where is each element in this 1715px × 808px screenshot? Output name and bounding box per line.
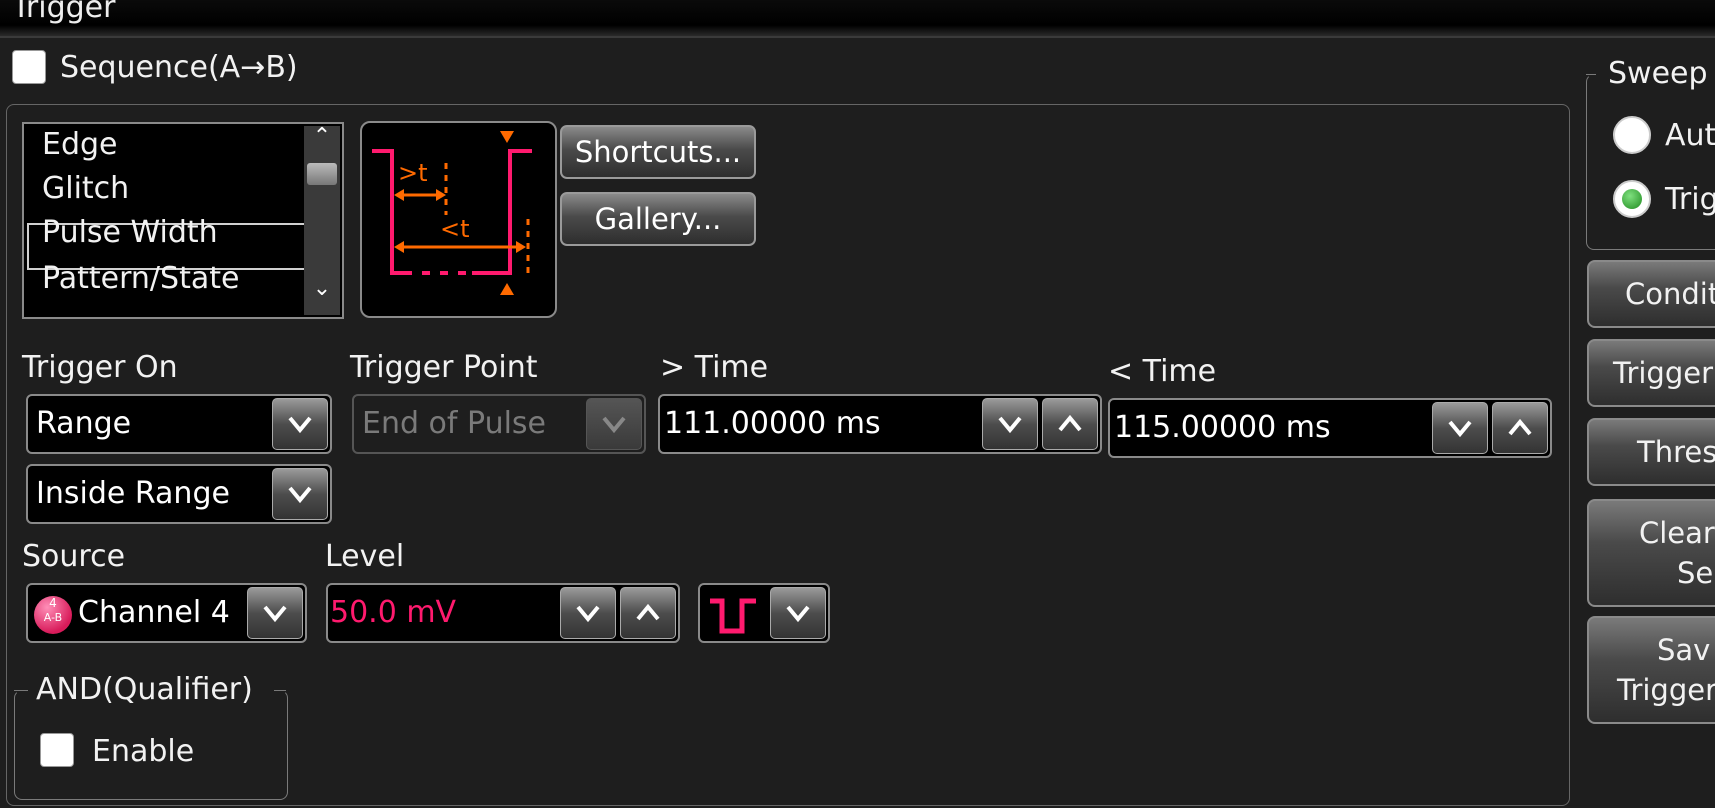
level-decrement-button[interactable] xyxy=(560,587,616,639)
lt-time-label: < Time xyxy=(1108,354,1217,389)
pulse-width-diagram: >t <t xyxy=(360,121,557,318)
trigger-point-value: End of Pulse xyxy=(362,406,546,441)
chevron-down-icon xyxy=(288,486,312,504)
trigger-on-value: Range xyxy=(36,406,132,441)
channel-badge-number: 4 xyxy=(49,596,57,610)
list-item-edge[interactable]: Edge xyxy=(42,127,118,162)
sweep-auto-label: Aut xyxy=(1665,118,1715,153)
trigger-on-dropdown-button[interactable] xyxy=(272,398,328,450)
chevron-down-icon xyxy=(1448,420,1472,438)
list-scrollbar[interactable]: ⌃ ⌄ xyxy=(304,124,340,315)
source-value: Channel 4 xyxy=(78,595,230,630)
sweep-legend: Sweep xyxy=(1608,56,1708,91)
list-item-pattern-state[interactable]: Pattern/State xyxy=(42,261,239,296)
threshold-button-label: Thres xyxy=(1637,435,1715,469)
chevron-down-icon xyxy=(576,605,600,623)
negative-pulse-icon xyxy=(710,598,756,634)
conditions-button[interactable]: Condit xyxy=(1587,260,1715,328)
scroll-down-arrow-icon[interactable]: ⌄ xyxy=(304,276,340,301)
qualifier-legend: AND(Qualifier) xyxy=(36,672,253,707)
chevron-down-icon xyxy=(263,605,287,623)
sequence-checkbox[interactable] xyxy=(12,50,46,84)
sequence-label: Sequence(A→B) xyxy=(60,50,298,85)
gt-time-input[interactable]: 111.00000 ms xyxy=(658,394,1102,454)
chevron-up-icon xyxy=(1508,418,1532,436)
chevron-up-icon xyxy=(1058,414,1082,432)
chevron-down-icon xyxy=(998,416,1022,434)
trigger-point-label: Trigger Point xyxy=(350,350,538,385)
trigger-top-marker-icon xyxy=(500,131,514,143)
sweep-group xyxy=(1586,74,1715,250)
source-dropdown[interactable]: 4 A-B Channel 4 xyxy=(26,583,307,643)
lt-time-diagram-label: <t xyxy=(440,215,470,243)
trigger-bottom-marker-icon xyxy=(500,283,514,295)
clear-button-label-line1: Clear xyxy=(1639,516,1715,550)
polarity-dropdown[interactable] xyxy=(698,583,830,643)
gallery-button[interactable]: Gallery... xyxy=(560,192,756,246)
channel-badge-sub: A-B xyxy=(43,611,63,624)
trigger-button-label: Trigger xyxy=(1613,356,1714,390)
scroll-up-arrow-icon[interactable]: ⌃ xyxy=(304,124,340,149)
sweep-auto-radio[interactable] xyxy=(1613,116,1651,154)
sweep-triggered-label: Trig xyxy=(1665,182,1715,217)
level-input[interactable]: 50.0 mV xyxy=(326,583,680,643)
qualifier-enable-checkbox[interactable] xyxy=(40,733,74,767)
channel-4-badge-icon: 4 A-B xyxy=(34,596,72,634)
trigger-point-dropdown-button[interactable] xyxy=(586,398,642,450)
chevron-down-icon xyxy=(288,416,312,434)
range-mode-dropdown-button[interactable] xyxy=(272,468,328,520)
sweep-triggered-radio[interactable] xyxy=(1613,180,1651,218)
polarity-dropdown-button[interactable] xyxy=(770,587,826,639)
range-mode-dropdown[interactable]: Inside Range xyxy=(26,464,332,524)
qualifier-group-border-right xyxy=(274,690,286,691)
gt-time-decrement-button[interactable] xyxy=(982,398,1038,450)
lt-time-value[interactable]: 115.00000 ms xyxy=(1114,410,1331,445)
trigger-on-label: Trigger On xyxy=(22,350,178,385)
conditions-button-label: Condit xyxy=(1625,277,1715,311)
clear-settings-button[interactable]: Clear Se xyxy=(1587,499,1715,607)
window-titlebar: Trigger xyxy=(0,0,1715,38)
trigger-point-dropdown[interactable]: End of Pulse xyxy=(352,394,646,454)
shortcuts-button[interactable]: Shortcuts... xyxy=(560,125,756,179)
lt-arrow-right-icon xyxy=(516,241,526,253)
gt-time-increment-button[interactable] xyxy=(1042,398,1098,450)
qualifier-enable-label: Enable xyxy=(92,734,195,769)
qualifier-group-border-left xyxy=(14,690,28,691)
lt-arrow-left-icon xyxy=(394,241,404,253)
trigger-type-list[interactable]: Edge Glitch Pulse Width Pattern/State ⌃ … xyxy=(22,122,344,319)
chevron-up-icon xyxy=(636,603,660,621)
level-increment-button[interactable] xyxy=(620,587,676,639)
trigger-button[interactable]: Trigger xyxy=(1587,339,1715,407)
lt-time-input[interactable]: 115.00000 ms xyxy=(1108,398,1552,458)
chevron-down-icon xyxy=(786,605,810,623)
threshold-button[interactable]: Thres xyxy=(1587,418,1715,486)
sweep-group-border-left xyxy=(1586,74,1596,75)
save-button-label-line2: Trigger xyxy=(1617,673,1715,707)
list-item-pulse-width[interactable]: Pulse Width xyxy=(42,215,218,250)
source-dropdown-button[interactable] xyxy=(247,587,303,639)
pulse-waveform xyxy=(372,149,532,275)
clear-button-label-line2: Se xyxy=(1677,556,1714,590)
gt-time-diagram-label: >t xyxy=(398,159,428,187)
window-title: Trigger xyxy=(12,0,116,25)
gt-time-value[interactable]: 111.00000 ms xyxy=(664,406,881,441)
scroll-thumb[interactable] xyxy=(307,163,337,185)
range-mode-value: Inside Range xyxy=(36,476,230,511)
pulse-diagram-graphic: >t <t xyxy=(372,131,532,295)
lt-time-decrement-button[interactable] xyxy=(1432,402,1488,454)
level-label: Level xyxy=(325,539,405,574)
list-item-glitch[interactable]: Glitch xyxy=(42,171,129,206)
chevron-down-icon xyxy=(602,416,626,434)
trigger-on-dropdown[interactable]: Range xyxy=(26,394,332,454)
lt-time-increment-button[interactable] xyxy=(1492,402,1548,454)
save-trigger-button[interactable]: Sav Trigger xyxy=(1587,616,1715,724)
source-label: Source xyxy=(22,539,126,574)
gt-time-label: > Time xyxy=(660,350,769,385)
save-button-label-line1: Sav xyxy=(1657,633,1711,667)
gt-arrow-left-icon xyxy=(394,189,404,201)
level-value[interactable]: 50.0 mV xyxy=(330,595,456,630)
